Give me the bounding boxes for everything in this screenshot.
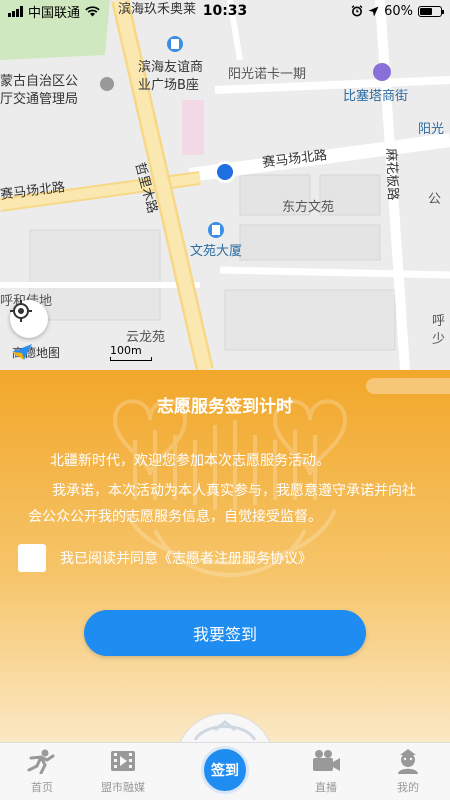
map-label: 公 (428, 192, 442, 207)
map-label: 东方文苑 (282, 200, 335, 215)
panel-title: 志愿服务签到计时 (157, 397, 293, 417)
map-label: 麻花板路 (383, 148, 400, 201)
map-roads (0, 0, 450, 370)
video-camera-icon (313, 750, 340, 771)
status-right: 60% (351, 3, 444, 19)
map-label: 厅交通管理局 (0, 92, 79, 107)
map-label: 阳光诺卡一期 (228, 67, 307, 82)
map-scale-bar (110, 357, 152, 361)
profile-avatar-icon (398, 749, 418, 774)
home-runner-icon (27, 749, 55, 774)
signin-panel: 志愿服务签到计时 北疆新时代，欢迎您参加本次志愿服务活动。 我承诺，本次活动为本… (0, 370, 450, 742)
tab-label: 我的 (397, 781, 419, 794)
film-icon (111, 751, 135, 771)
wifi-icon (85, 5, 100, 16)
map-label: 比塞塔商街 (343, 89, 409, 104)
tab-label: 直播 (315, 781, 337, 794)
battery-icon (418, 5, 444, 17)
battery-percent: 60% (384, 3, 413, 19)
alarm-icon (351, 5, 363, 17)
cellular-signal-icon (8, 5, 23, 17)
map-label: 滨海友谊商 (138, 60, 204, 75)
tab-live[interactable]: 直播 (296, 747, 356, 795)
signin-button[interactable]: 我要签到 (84, 610, 366, 656)
center-signin-tab[interactable]: 签到 (201, 746, 249, 794)
locate-me-button[interactable] (10, 300, 48, 338)
agreement-label[interactable]: 我已阅读并同意《志愿者注册服务协议》 (60, 548, 312, 568)
tab-label: 盟市融媒 (101, 781, 145, 794)
location-arrow-icon (368, 6, 379, 16)
tab-home[interactable]: 首页 (12, 747, 72, 795)
center-tab-ornament (193, 720, 257, 741)
map-scale-label: 100m (110, 344, 142, 357)
agreement-checkbox[interactable] (18, 544, 46, 572)
carrier-name: 中国联通 (28, 5, 81, 21)
map-view[interactable]: 滨海玖禾奥莱 滨海友谊商 业广场B座 蒙古自治区公 厅交通管理局 阳光诺卡一期 … (0, 0, 450, 370)
amap-logo-icon (12, 344, 32, 360)
status-left: 中国联通 (8, 2, 100, 21)
map-label: 少 (432, 332, 446, 347)
map-label: 蒙古自治区公 (0, 74, 79, 89)
map-label: 云龙苑 (126, 330, 166, 345)
map-label: 文苑大厦 (190, 244, 243, 259)
welcome-text: 北疆新时代，欢迎您参加本次志愿服务活动。 (50, 453, 330, 469)
map-label: 业广场B座 (138, 78, 199, 93)
tab-media[interactable]: 盟市融媒 (93, 747, 153, 795)
map-label: 阳光 (418, 122, 445, 137)
clock: 10:33 (202, 3, 248, 19)
amap-logo: 高德地图 (12, 344, 60, 361)
agreement-row[interactable]: 我已阅读并同意《志愿者注册服务协议》 (18, 544, 312, 572)
tab-profile[interactable]: 我的 (378, 747, 438, 795)
map-label: 呼 (432, 314, 446, 329)
status-bar: 中国联通 10:33 60% (0, 0, 450, 22)
crosshair-icon (10, 300, 32, 322)
tab-label: 首页 (31, 781, 53, 794)
commitment-text: 我承诺，本次活动为本人真实参与，我愿意遵守承诺并向社会公众公开我的志愿服务信息，… (28, 483, 416, 525)
